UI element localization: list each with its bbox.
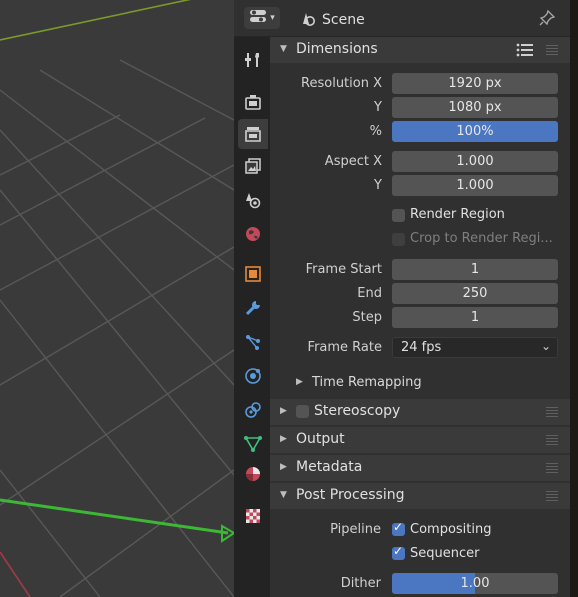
time-remapping-subpanel-header[interactable]: ▶ Time Remapping: [270, 372, 570, 394]
constraints-icon: [245, 402, 261, 418]
properties-editor-icon: [249, 9, 267, 27]
collapse-arrow-icon: ▼: [280, 490, 287, 500]
crop-render-region-label: Crop to Render Regi...: [410, 231, 553, 246]
view-layer-icon: [245, 158, 261, 174]
scene-breadcrumb: Scene: [300, 10, 365, 30]
physics-icon: [245, 368, 261, 384]
collapse-arrow-icon: ▼: [280, 44, 287, 54]
properties-panel: ▼ Dimensions Resolution X 1920 px Y 1080…: [270, 37, 570, 597]
render-icon: [245, 95, 261, 110]
output-panel-header[interactable]: ▶ Output: [270, 427, 570, 453]
frame-end-field[interactable]: 250: [392, 283, 558, 304]
object-icon: [245, 266, 261, 282]
tab-texture[interactable]: [238, 501, 268, 531]
post-processing-title: Post Processing: [296, 487, 405, 503]
dither-label: Dither: [340, 576, 381, 591]
stereoscopy-title: Stereoscopy: [314, 403, 401, 419]
resolution-y-field[interactable]: 1080 px: [392, 97, 558, 118]
output-title: Output: [296, 431, 345, 447]
aspect-x-field[interactable]: 1.000: [392, 151, 558, 172]
tab-particles[interactable]: [238, 327, 268, 357]
3d-viewport[interactable]: [0, 0, 234, 597]
wrench-icon: [245, 301, 260, 316]
material-icon: [246, 467, 260, 481]
tool-icon: [245, 53, 259, 67]
frame-step-field[interactable]: 1: [392, 307, 558, 328]
chevron-down-icon: ▾: [270, 13, 275, 23]
data-icon: [244, 436, 262, 452]
time-remapping-label: Time Remapping: [312, 375, 422, 390]
viewport-grid: [0, 0, 234, 597]
frame-rate-label: Frame Rate: [307, 340, 382, 355]
resolution-x-label: Resolution X: [301, 76, 382, 91]
stereoscopy-panel-header[interactable]: ▶ Stereoscopy: [270, 399, 570, 425]
resolution-y-label: Y: [374, 100, 382, 115]
expand-arrow-icon: ▶: [280, 462, 287, 472]
aspect-y-label: Y: [374, 178, 382, 193]
dither-value: 1.00: [460, 576, 490, 591]
tab-object[interactable]: [238, 259, 268, 289]
crop-render-region-checkbox[interactable]: [392, 233, 405, 246]
drag-grip-icon[interactable]: [546, 407, 558, 417]
properties-header: ▾ Scene: [234, 0, 570, 37]
pin-icon[interactable]: [538, 9, 556, 27]
tab-output[interactable]: [238, 119, 268, 149]
frame-start-field[interactable]: 1: [392, 259, 558, 280]
tab-modifier[interactable]: [238, 293, 268, 323]
resolution-percent-label: %: [369, 124, 382, 139]
editor-type-selector[interactable]: ▾: [244, 7, 280, 29]
tab-render[interactable]: [238, 87, 268, 117]
dimensions-title: Dimensions: [296, 41, 378, 57]
aspect-y-field[interactable]: 1.000: [392, 175, 558, 196]
scene-icon: [300, 10, 316, 30]
frame-rate-dropdown[interactable]: 24 fps ⌄: [392, 337, 558, 358]
frame-rate-value: 24 fps: [401, 340, 442, 355]
tab-tool[interactable]: [238, 45, 268, 75]
tab-view-layer[interactable]: [238, 151, 268, 181]
tab-data[interactable]: [238, 429, 268, 459]
tab-constraints[interactable]: [238, 395, 268, 425]
chevron-down-icon: ⌄: [540, 339, 551, 353]
world-icon: [246, 227, 260, 241]
window-edge: [570, 0, 578, 597]
sequencer-checkbox[interactable]: [392, 544, 405, 560]
frame-end-label: End: [357, 286, 382, 301]
drag-grip-icon[interactable]: [546, 491, 558, 501]
drag-grip-icon[interactable]: [546, 45, 558, 55]
output-icon: [245, 127, 261, 142]
frame-start-label: Frame Start: [305, 262, 382, 277]
tab-material[interactable]: [238, 459, 268, 489]
expand-arrow-icon: ▶: [280, 434, 287, 444]
stereoscopy-checkbox[interactable]: [296, 405, 309, 418]
expand-arrow-icon: ▶: [280, 406, 287, 416]
render-region-checkbox[interactable]: [392, 209, 405, 222]
resolution-x-field[interactable]: 1920 px: [392, 73, 558, 94]
properties-tab-bar: [234, 37, 270, 597]
sequencer-label: Sequencer: [410, 546, 480, 561]
scene-label: Scene: [322, 12, 365, 28]
metadata-title: Metadata: [296, 459, 363, 475]
tab-scene[interactable]: [238, 185, 268, 215]
drag-grip-icon[interactable]: [546, 463, 558, 473]
compositing-checkbox[interactable]: [392, 520, 405, 536]
pipeline-label: Pipeline: [330, 522, 381, 537]
frame-step-label: Step: [352, 310, 382, 325]
scene-icon: [246, 193, 261, 209]
particles-icon: [246, 335, 260, 350]
dither-slider[interactable]: 1.00: [392, 573, 558, 594]
aspect-x-label: Aspect X: [324, 154, 382, 169]
compositing-label: Compositing: [410, 522, 492, 537]
tab-physics[interactable]: [238, 361, 268, 391]
render-region-label: Render Region: [410, 207, 505, 222]
post-processing-panel-header[interactable]: ▼ Post Processing: [270, 483, 570, 509]
tab-world[interactable]: [238, 219, 268, 249]
texture-icon: [246, 509, 260, 523]
expand-arrow-icon: ▶: [296, 377, 303, 387]
metadata-panel-header[interactable]: ▶ Metadata: [270, 455, 570, 481]
dimensions-panel-header[interactable]: ▼ Dimensions: [270, 37, 570, 63]
resolution-percent-slider[interactable]: 100%: [392, 121, 558, 142]
presets-list-icon[interactable]: [516, 42, 534, 62]
drag-grip-icon[interactable]: [546, 435, 558, 445]
